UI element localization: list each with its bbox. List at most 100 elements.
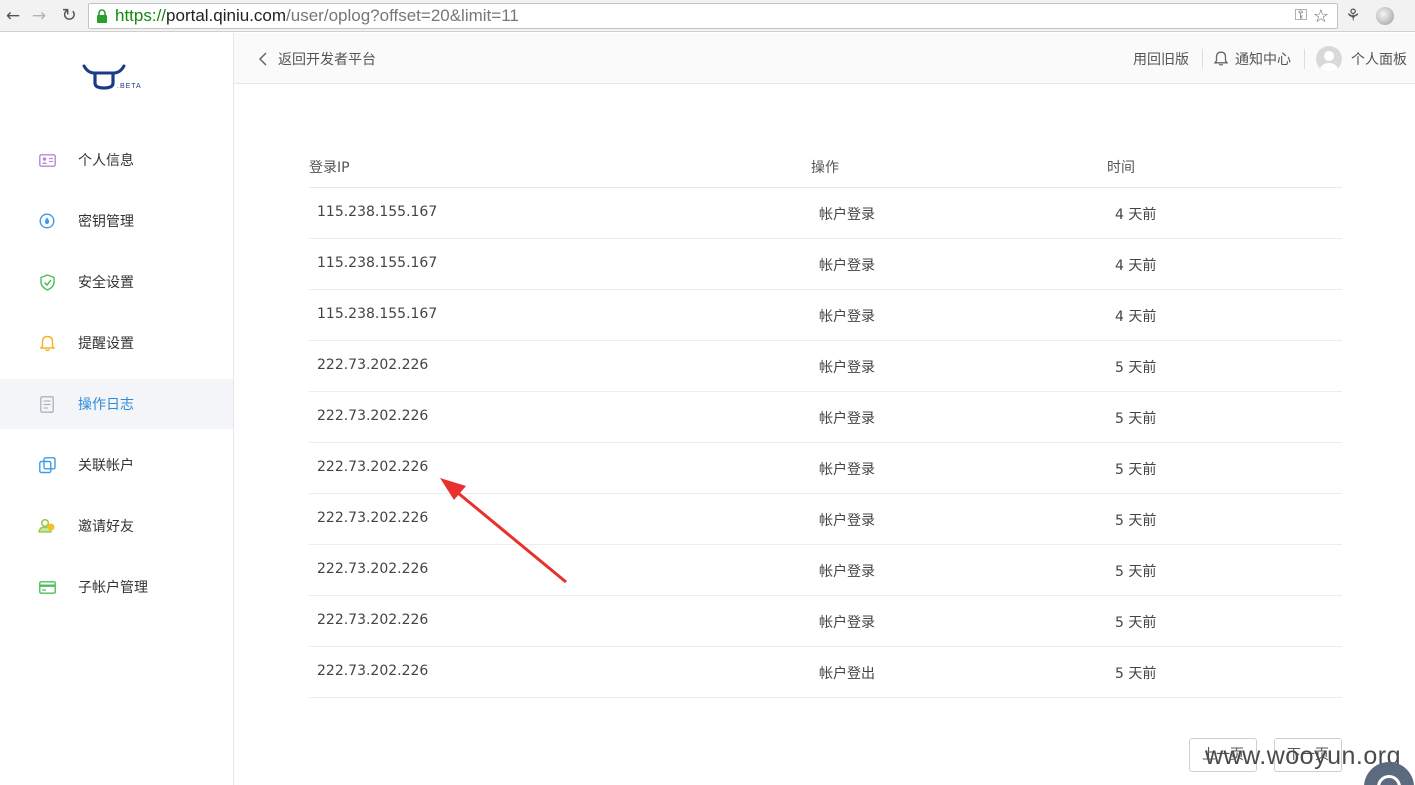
chevron-left-icon xyxy=(258,51,267,66)
cell-operation: 帐户登录 xyxy=(819,513,875,529)
divider xyxy=(1202,48,1203,69)
table-row: 222.73.202.226 帐户登录 5 天前 xyxy=(309,545,1342,596)
cell-ip: 222.73.202.226 xyxy=(317,357,429,373)
bell-icon xyxy=(38,334,56,352)
sidebar: .BETA 个人信息 密钥管理 安全设置 提醒设置 操作日志 关联帐户 邀请好友… xyxy=(0,33,234,785)
cell-time: 4 天前 xyxy=(1115,258,1157,274)
key-drop-icon xyxy=(38,212,56,230)
sidebar-item-label: 个人信息 xyxy=(78,153,134,169)
cell-ip: 222.73.202.226 xyxy=(317,561,429,577)
document-icon xyxy=(38,395,56,413)
sidebar-item-linked-accounts[interactable]: 关联帐户 xyxy=(0,440,233,490)
cell-ip: 222.73.202.226 xyxy=(317,510,429,526)
sidebar-item-label: 密钥管理 xyxy=(78,214,134,230)
personal-panel-menu[interactable]: 个人面板 xyxy=(1316,45,1407,72)
card-icon xyxy=(38,578,56,596)
divider xyxy=(1304,48,1305,69)
avatar xyxy=(1316,45,1342,72)
table-row: 222.73.202.226 帐户登录 5 天前 xyxy=(309,494,1342,545)
id-card-icon xyxy=(38,151,56,169)
table-row: 115.238.155.167 帐户登录 4 天前 xyxy=(309,188,1342,239)
sidebar-item-oplog[interactable]: 操作日志 xyxy=(0,379,233,429)
cell-operation: 帐户登录 xyxy=(819,615,875,631)
old-version-link[interactable]: 用回旧版 xyxy=(1133,49,1189,69)
cell-time: 5 天前 xyxy=(1115,513,1157,529)
key-icon[interactable]: ⚿ xyxy=(1295,7,1307,25)
url-path: /user/oplog?offset=20&limit=11 xyxy=(286,6,519,25)
back-arrow-icon[interactable]: ← xyxy=(2,5,24,27)
forward-arrow-icon[interactable]: → xyxy=(28,5,50,27)
back-link-label: 返回开发者平台 xyxy=(278,51,376,68)
sidebar-item-keys[interactable]: 密钥管理 xyxy=(0,196,233,246)
address-bar[interactable]: https://portal.qiniu.com/user/oplog?offs… xyxy=(88,3,1338,29)
cell-time: 5 天前 xyxy=(1115,462,1157,478)
logo-beta-badge: .BETA xyxy=(117,83,142,90)
cell-operation: 帐户登录 xyxy=(819,360,875,376)
cell-ip: 115.238.155.167 xyxy=(317,306,438,322)
column-header-time: 时间 xyxy=(1107,160,1135,176)
help-chat-icon[interactable] xyxy=(1364,762,1414,785)
cell-ip: 222.73.202.226 xyxy=(317,612,429,628)
cell-ip: 222.73.202.226 xyxy=(317,408,429,424)
next-page-button[interactable]: 下一页 xyxy=(1274,738,1342,772)
linked-squares-icon xyxy=(38,456,56,474)
sidebar-item-reminders[interactable]: 提醒设置 xyxy=(0,318,233,368)
back-to-developer-platform-link[interactable]: 返回开发者平台 xyxy=(258,33,376,84)
sidebar-item-profile[interactable]: 个人信息 xyxy=(0,135,233,185)
column-header-operation: 操作 xyxy=(811,160,839,176)
personal-panel-label: 个人面板 xyxy=(1351,51,1407,68)
sidebar-item-label: 操作日志 xyxy=(78,397,134,413)
cell-time: 4 天前 xyxy=(1115,309,1157,325)
cell-operation: 帐户登录 xyxy=(819,207,875,223)
cell-time: 5 天前 xyxy=(1115,411,1157,427)
notification-center-label: 通知中心 xyxy=(1235,51,1291,68)
oplog-table: 登录IP 操作 时间 115.238.155.167 帐户登录 4 天前 115.23… xyxy=(309,140,1342,698)
sidebar-item-security[interactable]: 安全设置 xyxy=(0,257,233,307)
cell-ip: 222.73.202.226 xyxy=(317,663,429,679)
table-header: 登录IP 操作 时间 xyxy=(309,140,1342,188)
table-row: 222.73.202.226 帐户登录 5 天前 xyxy=(309,596,1342,647)
cell-time: 5 天前 xyxy=(1115,615,1157,631)
url-host: portal.qiniu.com xyxy=(166,6,287,25)
cell-ip: 222.73.202.226 xyxy=(317,459,429,475)
table-row: 115.238.155.167 帐户登录 4 天前 xyxy=(309,290,1342,341)
cell-operation: 帐户登录 xyxy=(819,258,875,274)
shield-check-icon xyxy=(38,273,56,291)
cell-operation: 帐户登录 xyxy=(819,564,875,580)
browser-toolbar: ← → ↻ https://portal.qiniu.com/user/oplo… xyxy=(0,0,1415,32)
column-header-ip: 登录IP xyxy=(309,160,350,176)
reload-icon[interactable]: ↻ xyxy=(58,5,80,27)
table-row: 115.238.155.167 帐户登录 4 天前 xyxy=(309,239,1342,290)
qiniu-logo[interactable]: .BETA xyxy=(82,63,152,99)
sidebar-item-label: 子帐户管理 xyxy=(78,580,148,596)
table-row: 222.73.202.226 帐户登录 5 天前 xyxy=(309,443,1342,494)
cell-operation: 帐户登录 xyxy=(819,411,875,427)
url-scheme: https:// xyxy=(115,6,167,25)
bell-icon xyxy=(1214,51,1228,66)
table-row: 222.73.202.226 帐户登录 5 天前 xyxy=(309,341,1342,392)
table-body: 115.238.155.167 帐户登录 4 天前 115.238.155.167 帐户… xyxy=(309,188,1342,698)
sidebar-item-label: 关联帐户 xyxy=(78,458,134,474)
sidebar-item-invite[interactable]: 邀请好友 xyxy=(0,501,233,551)
prev-page-button[interactable]: 上一页 xyxy=(1189,738,1257,772)
browser-extension-icon[interactable] xyxy=(1374,5,1396,27)
extension-puzzle-icon[interactable]: ⚘ xyxy=(1342,5,1364,27)
cell-ip: 115.238.155.167 xyxy=(317,255,438,271)
sidebar-item-label: 提醒设置 xyxy=(78,336,134,352)
cell-time: 5 天前 xyxy=(1115,666,1157,682)
table-row: 222.73.202.226 帐户登出 5 天前 xyxy=(309,647,1342,698)
cell-operation: 帐户登录 xyxy=(819,462,875,478)
cell-time: 4 天前 xyxy=(1115,207,1157,223)
table-row: 222.73.202.226 帐户登录 5 天前 xyxy=(309,392,1342,443)
cell-ip: 115.238.155.167 xyxy=(317,204,438,220)
friends-icon xyxy=(38,517,56,535)
sidebar-item-label: 邀请好友 xyxy=(78,519,134,535)
header-actions: 用回旧版 通知中心 个人面板 xyxy=(1133,33,1407,84)
sidebar-item-subaccounts[interactable]: 子帐户管理 xyxy=(0,562,233,612)
notification-center-link[interactable]: 通知中心 xyxy=(1214,49,1291,69)
bookmark-star-icon[interactable]: ☆ xyxy=(1313,7,1329,25)
top-header: 返回开发者平台 用回旧版 通知中心 个人面板 xyxy=(234,33,1415,84)
sidebar-item-label: 安全设置 xyxy=(78,275,134,291)
cell-time: 5 天前 xyxy=(1115,360,1157,376)
cell-time: 5 天前 xyxy=(1115,564,1157,580)
